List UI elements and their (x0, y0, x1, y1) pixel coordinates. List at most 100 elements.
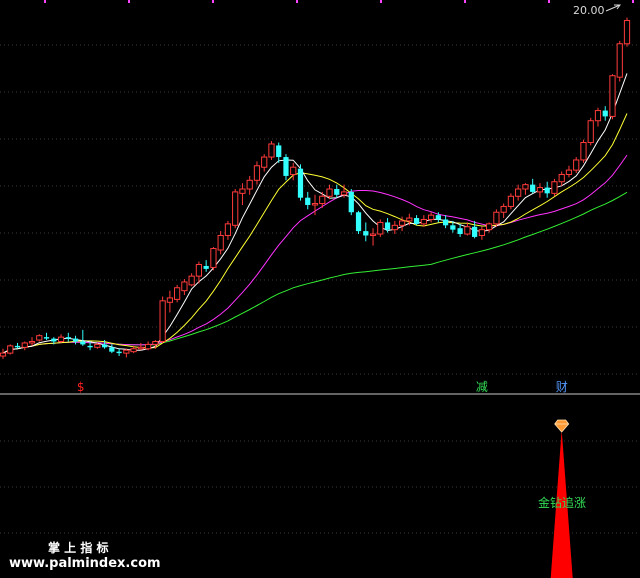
signal-marker: 减 (476, 380, 488, 394)
candle (334, 184, 340, 198)
candle (14, 342, 21, 349)
candle (587, 117, 594, 146)
candle-body (530, 184, 536, 192)
top-tick (212, 0, 214, 3)
candle-body (174, 287, 181, 300)
candle-body (377, 221, 384, 235)
candle-body (253, 165, 261, 181)
candle-body (217, 234, 224, 251)
candle-body (137, 346, 144, 350)
candle-body (181, 281, 188, 292)
signal-marker: 财 (556, 380, 568, 394)
candle (268, 141, 275, 160)
candle-body (391, 224, 398, 231)
candle-body (239, 188, 246, 194)
candle (551, 178, 558, 197)
candle (145, 341, 152, 351)
candle (558, 171, 565, 187)
candle-body (43, 337, 50, 339)
candle-body (580, 142, 587, 161)
candle-body (36, 335, 43, 341)
candle (65, 332, 71, 342)
candle-body (51, 338, 57, 342)
candle (442, 215, 449, 229)
candle (573, 157, 580, 174)
candle-body (334, 189, 340, 195)
candle (355, 210, 362, 235)
top-tick (548, 0, 550, 3)
candle (174, 284, 181, 303)
candle (413, 215, 420, 226)
candle-body (515, 188, 522, 197)
candle (123, 348, 130, 358)
candle-body (551, 181, 558, 194)
candle-body (195, 264, 203, 277)
candle (500, 203, 507, 219)
top-tick (44, 0, 46, 3)
candle (391, 220, 398, 235)
candle-body (145, 343, 152, 350)
indicator-panel: 金钻追涨 (538, 419, 586, 578)
candle (486, 222, 493, 233)
candle-body (536, 187, 544, 193)
diamond-shape (554, 419, 570, 433)
candle-body (311, 203, 319, 206)
candle-body (28, 341, 36, 344)
candle-body (130, 348, 137, 353)
candle (188, 273, 195, 287)
candle-body (478, 229, 485, 236)
candle-body (450, 225, 456, 230)
candle (544, 181, 550, 198)
diamond-icon (554, 419, 570, 433)
candle-body (348, 191, 354, 213)
candle-body (413, 218, 420, 224)
candle (493, 209, 500, 227)
candle (166, 290, 173, 313)
candle-body (87, 345, 93, 348)
candle-body (290, 166, 297, 175)
candle-body (80, 341, 86, 345)
candle-body (565, 169, 573, 175)
candle-body (623, 20, 631, 45)
candle-body (261, 156, 268, 168)
candle (232, 189, 239, 229)
candle-body (232, 191, 239, 226)
candle-body (355, 212, 362, 232)
candle-body (326, 188, 333, 197)
candle-body (507, 195, 515, 207)
candle (377, 219, 384, 237)
candle (28, 337, 36, 346)
candle (594, 107, 602, 127)
candle (21, 341, 28, 351)
candle (36, 334, 43, 342)
candle-body (558, 173, 565, 183)
candle (522, 183, 529, 195)
candle-body (435, 215, 441, 220)
candle-body (109, 347, 115, 352)
candle-body (493, 211, 500, 225)
candle-body (500, 205, 507, 213)
candle (616, 40, 623, 82)
candle (246, 175, 253, 195)
candle (181, 279, 188, 296)
candle-body (363, 231, 369, 236)
candle (515, 184, 522, 201)
indicator-signal-label: 金钻追涨 (538, 495, 586, 510)
price-label: 20.00 (573, 4, 605, 17)
top-tick (632, 0, 634, 3)
candle-body (319, 195, 326, 205)
candlestick-series (0, 17, 631, 359)
candle (109, 344, 115, 354)
candle-body (224, 223, 232, 236)
candle (261, 154, 268, 172)
candle-body (116, 351, 122, 354)
candle-body (152, 341, 159, 345)
candle-body (442, 219, 449, 226)
candle (348, 189, 354, 216)
top-tick (380, 0, 382, 3)
candle (283, 154, 289, 181)
candle (305, 191, 311, 210)
candle (0, 348, 7, 359)
candle-body (420, 219, 427, 225)
candle (472, 220, 478, 239)
